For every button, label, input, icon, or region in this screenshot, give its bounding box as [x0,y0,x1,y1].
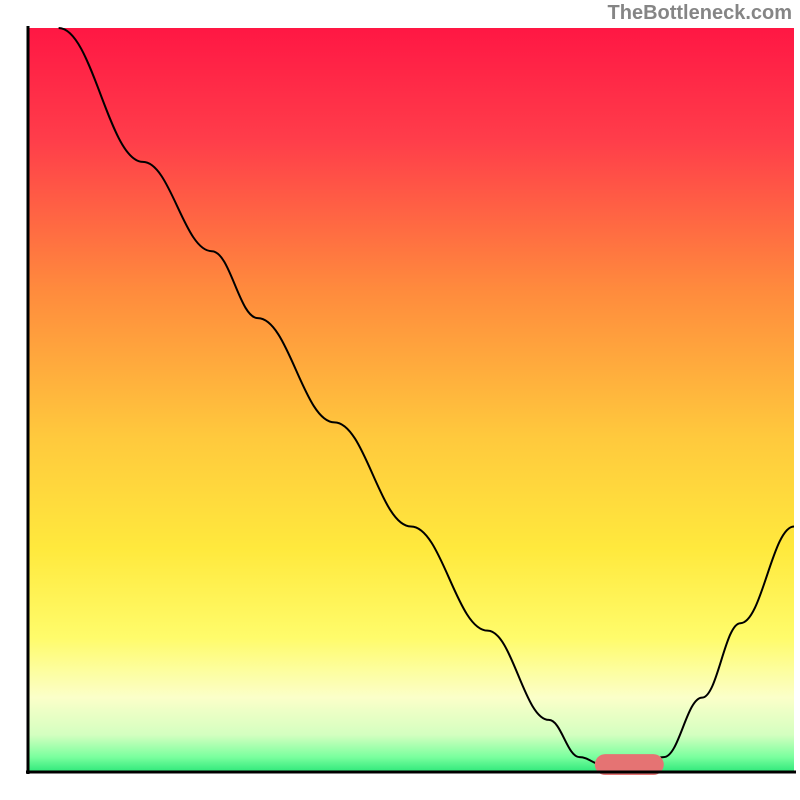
bottleneck-chart: TheBottleneck.com [0,0,800,800]
watermark-text: TheBottleneck.com [608,2,792,25]
chart-svg [0,0,800,800]
plot-area [26,26,796,775]
gradient-background [28,28,794,772]
